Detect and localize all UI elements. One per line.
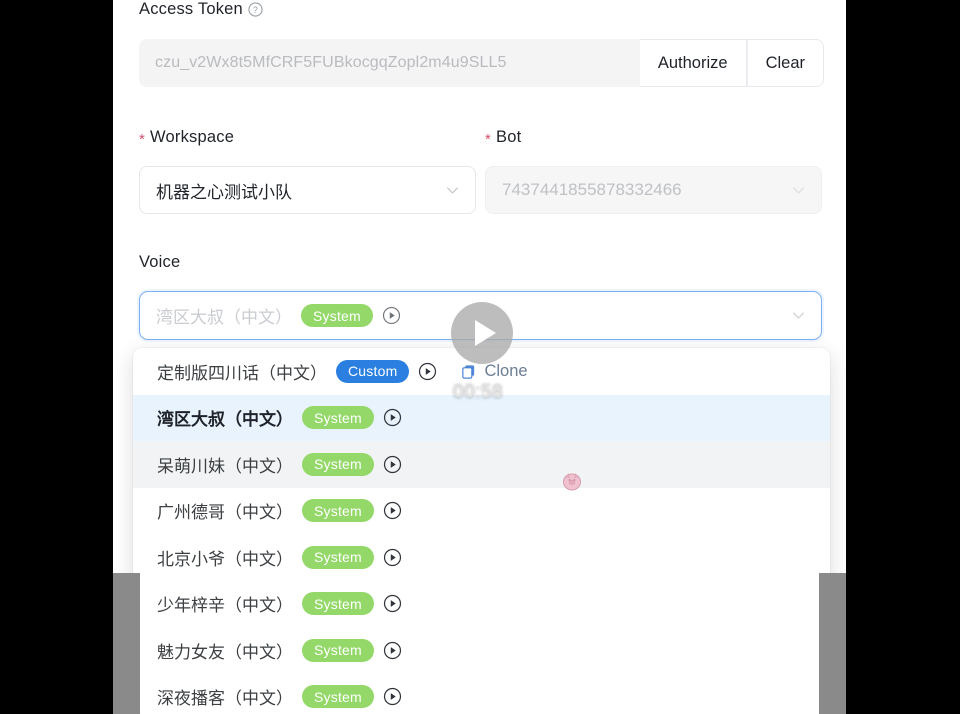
play-circle-icon[interactable] bbox=[382, 306, 401, 325]
clone-label: Clone bbox=[484, 361, 528, 380]
screen-root: Access Token ? czu_v2Wx8t5MfCRF5FUBkocgq… bbox=[0, 0, 960, 714]
video-progress-strip-right[interactable] bbox=[819, 573, 846, 714]
voice-option-badge: System bbox=[302, 638, 374, 662]
bot-label-text: Bot bbox=[496, 128, 522, 146]
workspace-label: * Workspace bbox=[139, 128, 234, 147]
access-token-label-text: Access Token bbox=[139, 0, 243, 18]
bot-select[interactable]: 7437441855878332466 bbox=[485, 166, 822, 214]
svg-text:?: ? bbox=[253, 5, 258, 15]
chevron-down-icon[interactable] bbox=[790, 307, 807, 324]
voice-option[interactable]: 深夜播客（中文） System bbox=[133, 674, 830, 714]
play-circle-icon[interactable] bbox=[383, 455, 402, 474]
voice-option-badge: Custom bbox=[336, 359, 410, 383]
voice-label: Voice bbox=[139, 253, 180, 272]
voice-option-label: 少年梓辛（中文） bbox=[157, 596, 293, 616]
chevron-down-icon bbox=[444, 182, 461, 199]
voice-option[interactable]: 魅力女友（中文） System bbox=[133, 627, 830, 674]
voice-option-badge: System bbox=[302, 452, 374, 476]
letterbox-bar-left bbox=[0, 0, 113, 714]
video-timestamp: 00:58 bbox=[453, 381, 504, 402]
workspace-select[interactable]: 机器之心测试小队 bbox=[139, 166, 476, 214]
voice-select-value: 湾区大叔（中文） bbox=[156, 308, 292, 327]
pink-pig-cursor-icon bbox=[559, 468, 585, 494]
voice-option-badge: System bbox=[302, 499, 374, 523]
voice-option-label: 定制版四川话（中文） bbox=[157, 363, 327, 383]
play-triangle-icon bbox=[474, 320, 496, 346]
letterbox-bar-right bbox=[846, 0, 960, 714]
voice-select-badge: System bbox=[301, 304, 373, 327]
access-token-row: czu_v2Wx8t5MfCRF5FUBkocgqZopl2m4u9SLL5 A… bbox=[139, 39, 824, 87]
clear-button[interactable]: Clear bbox=[746, 39, 824, 87]
play-circle-icon[interactable] bbox=[383, 641, 402, 660]
play-circle-icon[interactable] bbox=[383, 687, 402, 706]
play-circle-icon[interactable] bbox=[383, 594, 402, 613]
voice-option[interactable]: 少年梓辛（中文） System bbox=[133, 581, 830, 628]
play-circle-icon[interactable] bbox=[383, 501, 402, 520]
access-token-label: Access Token ? bbox=[139, 0, 263, 19]
bot-select-value: 7437441855878332466 bbox=[502, 180, 682, 199]
voice-option-badge: System bbox=[302, 685, 374, 709]
play-circle-icon[interactable] bbox=[418, 362, 437, 381]
play-circle-icon[interactable] bbox=[383, 548, 402, 567]
voice-option-label: 广州德哥（中文） bbox=[157, 503, 293, 523]
workspace-select-value: 机器之心测试小队 bbox=[156, 182, 292, 202]
authorize-button[interactable]: Authorize bbox=[639, 39, 747, 87]
voice-option-label: 北京小爷（中文） bbox=[157, 549, 293, 569]
question-circle-icon[interactable]: ? bbox=[248, 2, 263, 17]
bot-required-star: * bbox=[485, 131, 492, 148]
voice-option-label: 魅力女友（中文） bbox=[157, 642, 293, 662]
workspace-label-text: Workspace bbox=[150, 128, 235, 146]
video-play-overlay-button[interactable] bbox=[451, 302, 513, 364]
voice-label-text: Voice bbox=[139, 253, 181, 271]
voice-option-badge: System bbox=[302, 592, 374, 616]
bot-label: * Bot bbox=[485, 128, 521, 147]
video-frame[interactable]: Access Token ? czu_v2Wx8t5MfCRF5FUBkocgq… bbox=[113, 0, 846, 714]
voice-option[interactable]: 广州德哥（中文） System bbox=[133, 488, 830, 535]
workspace-required-star: * bbox=[139, 131, 146, 148]
video-progress-strip-left[interactable] bbox=[113, 573, 140, 714]
access-token-input[interactable]: czu_v2Wx8t5MfCRF5FUBkocgqZopl2m4u9SLL5 bbox=[139, 39, 640, 87]
voice-option-label: 湾区大叔（中文） bbox=[157, 410, 293, 430]
voice-option[interactable]: 呆萌川妹（中文） System bbox=[133, 441, 830, 488]
voice-option-badge: System bbox=[302, 406, 374, 430]
voice-option[interactable]: 北京小爷（中文） System bbox=[133, 534, 830, 581]
clone-voice-button[interactable]: Clone bbox=[460, 361, 528, 381]
copy-icon bbox=[460, 363, 477, 380]
voice-option-badge: System bbox=[302, 545, 374, 569]
chevron-down-icon bbox=[790, 182, 807, 199]
play-circle-icon[interactable] bbox=[383, 408, 402, 427]
voice-option-label: 深夜播客（中文） bbox=[157, 689, 293, 709]
voice-option-label: 呆萌川妹（中文） bbox=[157, 456, 293, 476]
